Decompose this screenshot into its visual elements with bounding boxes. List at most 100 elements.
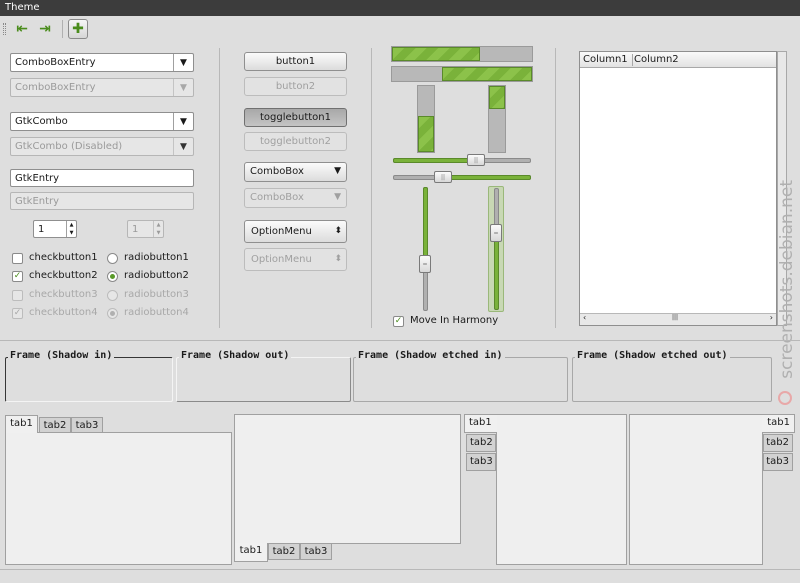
go-last-button[interactable]: ⇥ (35, 19, 55, 39)
scroll-grip-icon: ||| (672, 314, 679, 321)
spin-arrows-icon: ▲ ▼ (153, 221, 163, 237)
spin-button-disabled: 1 ▲ ▼ (127, 220, 164, 238)
notebook-left-tab1[interactable]: tab1 (464, 414, 497, 433)
spin-disabled-value: 1 (132, 224, 139, 235)
column-header-1[interactable]: Column1 (583, 54, 633, 66)
treeview-header: Column1 Column2 (580, 52, 776, 68)
toolbar-separator (62, 20, 63, 38)
go-first-button[interactable]: ⇤ (12, 19, 32, 39)
hscale1[interactable] (393, 158, 531, 163)
frame-shadow-in (5, 357, 173, 402)
vscale2-fill (494, 233, 499, 310)
progressbar-h2-fill (442, 67, 532, 81)
button2: button2 (244, 77, 347, 96)
comboboxentry[interactable]: ComboBoxEntry ▼ (10, 53, 194, 72)
checkmark-icon: ✓ (13, 271, 22, 281)
checkbutton4-label: checkbutton4 (29, 307, 98, 318)
column-header-2[interactable]: Column2 (634, 54, 679, 66)
notebook-top-tab1[interactable]: tab1 (5, 415, 38, 433)
optionmenu[interactable]: OptionMenu ⬍ (244, 220, 347, 243)
checkbutton3 (12, 290, 23, 301)
checkmark-icon: ✓ (394, 316, 403, 326)
notebook-top-tab3[interactable]: tab3 (71, 417, 103, 433)
checkbutton4: ✓ (12, 308, 23, 319)
combobox-disabled-text: ComboBox (250, 192, 304, 203)
checkbutton2[interactable]: ✓ (12, 271, 23, 282)
combobox[interactable]: ComboBox ▼ (244, 162, 347, 182)
notebook-bottom-tab2[interactable]: tab2 (268, 543, 300, 560)
spin-arrows-icon[interactable]: ▲ ▼ (66, 221, 76, 237)
radiobutton1[interactable] (107, 253, 118, 264)
window-title: Theme (0, 0, 800, 16)
go-first-icon: ⇤ (16, 21, 28, 37)
notebook-left-tab2[interactable]: tab2 (466, 434, 496, 452)
gtkentry-disabled: GtkEntry (10, 192, 194, 210)
hscale2-knob[interactable]: || (434, 171, 452, 183)
column-separator (555, 48, 556, 328)
button1[interactable]: button1 (244, 52, 347, 71)
treeview[interactable]: Column1 Column2 ‹ ||| › (579, 51, 777, 326)
hscale1-fill (393, 158, 476, 163)
progressbar-h1-fill (392, 47, 480, 61)
radiobutton2[interactable] (107, 271, 118, 282)
progressbar-v1 (417, 85, 435, 153)
go-last-icon: ⇥ (39, 21, 51, 37)
add-button[interactable]: ✚ (68, 19, 88, 39)
notebook-right-tab1[interactable]: tab1 (762, 414, 795, 433)
togglebutton2: togglebutton2 (244, 132, 347, 151)
notebook-bottom-tab3[interactable]: tab3 (300, 543, 332, 560)
hscale2[interactable] (393, 175, 531, 180)
progressbar-h2 (391, 66, 533, 82)
vscale2[interactable] (494, 188, 499, 310)
toolbar-grip[interactable] (3, 23, 6, 35)
notebook-bottom-tab1[interactable]: tab1 (234, 543, 268, 562)
notebook-bottom-page (234, 414, 461, 544)
comboboxentry-disabled-text: ComboBoxEntry (15, 82, 96, 93)
row-separator (0, 340, 800, 341)
gtkentry[interactable]: GtkEntry (10, 169, 194, 187)
vscale1-fill (423, 187, 428, 264)
frame-shadow-out (176, 357, 351, 402)
notebook-top-tab2[interactable]: tab2 (39, 417, 71, 433)
gtkcombo[interactable]: GtkCombo ▼ (10, 112, 194, 131)
toolbar: ⇤ ⇥ ✚ (0, 16, 800, 42)
notebook-right-tab3[interactable]: tab3 (763, 453, 793, 471)
frame-shadow-etched-in-label: Frame (Shadow etched in) (356, 350, 505, 361)
watermark-logo-icon (778, 391, 792, 405)
checkmark-icon: ✓ (13, 308, 22, 318)
updown-arrow-icon: ⬍ (334, 254, 342, 264)
spin-value: 1 (38, 224, 45, 235)
progressbar-h1 (391, 46, 533, 62)
frame-shadow-etched-out (572, 357, 772, 402)
chevron-down-icon[interactable]: ▼ (173, 54, 193, 71)
spin-button[interactable]: 1 ▲ ▼ (33, 220, 77, 238)
gtkentry-disabled-text: GtkEntry (15, 196, 60, 207)
notebook-left-tab3[interactable]: tab3 (466, 453, 496, 471)
chevron-down-icon[interactable]: ▼ (173, 113, 193, 130)
radiobutton4 (107, 308, 118, 319)
scroll-right-icon[interactable]: › (770, 313, 773, 322)
optionmenu-text: OptionMenu (251, 226, 312, 237)
watermark-text: screenshots.debian.net (777, 180, 797, 379)
bottom-separator (0, 569, 800, 570)
column-separator (219, 48, 220, 328)
checkbutton3-label: checkbutton3 (29, 289, 98, 300)
notebook-right-tab2[interactable]: tab2 (763, 434, 793, 452)
move-in-harmony-check[interactable]: ✓ (393, 316, 404, 327)
vscale2-knob[interactable]: = (490, 224, 502, 242)
vscale1-knob[interactable]: = (419, 255, 431, 273)
add-icon: ✚ (72, 21, 84, 37)
vscale1[interactable] (423, 187, 428, 311)
hscale1-knob[interactable]: || (467, 154, 485, 166)
combobox-disabled: ComboBox ▼ (244, 188, 347, 208)
combobox-text: ComboBox (250, 166, 304, 177)
hscale2-fill (443, 175, 531, 180)
checkbutton1[interactable] (12, 253, 23, 264)
gtkcombo-disabled: GtkCombo (Disabled) ▼ (10, 137, 194, 156)
treeview-hscrollbar[interactable]: ‹ ||| › (580, 313, 776, 325)
scroll-left-icon[interactable]: ‹ (583, 313, 586, 322)
togglebutton1[interactable]: togglebutton1 (244, 108, 347, 127)
frame-shadow-in-label: Frame (Shadow in) (8, 350, 115, 361)
comboboxentry-disabled: ComboBoxEntry ▼ (10, 78, 194, 97)
gtkentry-text: GtkEntry (15, 173, 60, 184)
